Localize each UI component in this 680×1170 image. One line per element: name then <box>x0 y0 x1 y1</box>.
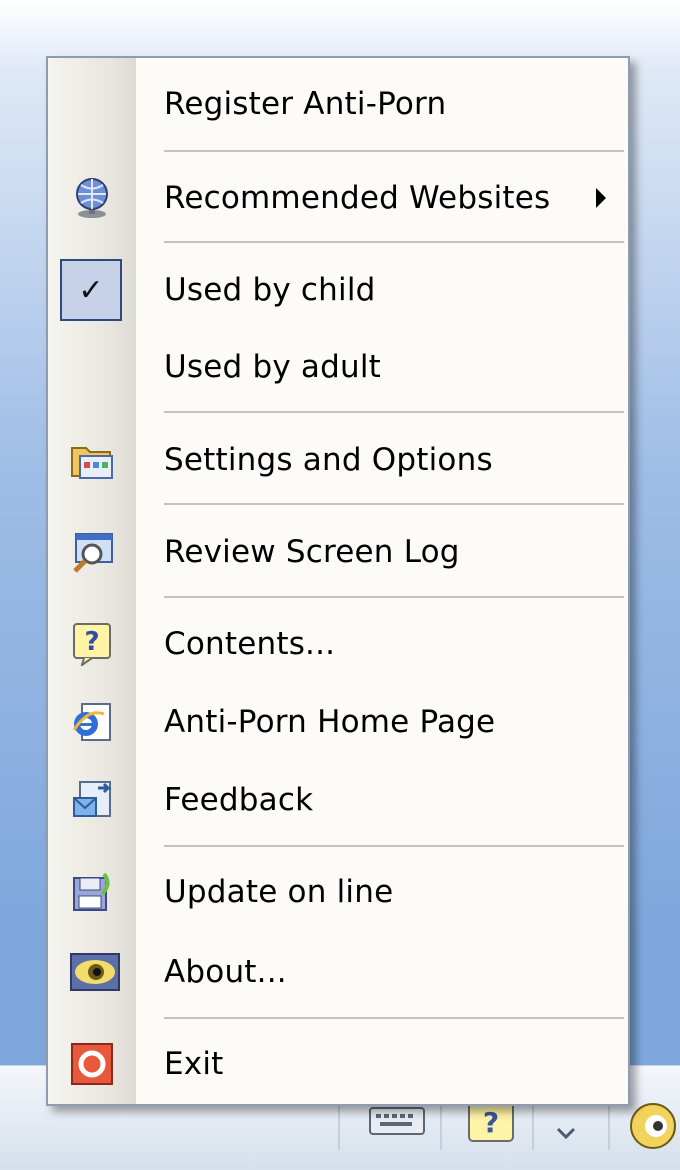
menu-item-label: Review Screen Log <box>164 534 460 570</box>
eye-icon <box>70 950 120 994</box>
help-icon[interactable]: ? <box>466 1100 516 1148</box>
exit-power-icon <box>70 1042 114 1086</box>
menu-item-label: Used by adult <box>164 349 382 385</box>
menu-separator <box>164 845 624 847</box>
checkmark-icon: ✓ <box>60 259 122 321</box>
update-disk-icon <box>70 870 114 914</box>
menu-item-review-screen-log[interactable]: Review Screen Log <box>48 516 628 588</box>
menu-item-label: Contents... <box>164 626 336 662</box>
svg-text:?: ? <box>483 1106 499 1139</box>
menu-separator <box>164 503 624 505</box>
menu-item-feedback[interactable]: Feedback <box>48 764 628 836</box>
menu-item-about[interactable]: About... <box>48 936 628 1008</box>
globe-network-icon <box>70 176 114 220</box>
menu-item-exit[interactable]: Exit <box>48 1028 628 1100</box>
menu-item-used-by-child[interactable]: ✓ Used by child <box>48 254 628 326</box>
menu-item-home-page[interactable]: Anti-Porn Home Page <box>48 686 628 758</box>
keyboard-icon[interactable] <box>368 1100 426 1144</box>
feedback-mail-icon <box>70 778 114 822</box>
menu-separator <box>164 596 624 598</box>
menu-item-recommended-websites[interactable]: Recommended Websites <box>48 162 628 234</box>
menu-item-contents[interactable]: ? Contents... <box>48 608 628 680</box>
chevron-down-icon[interactable] <box>556 1124 576 1143</box>
menu-separator <box>164 1017 624 1019</box>
menu-item-used-by-adult[interactable]: Used by adult <box>48 331 628 403</box>
menu-separator <box>164 241 624 243</box>
menu-item-label: Settings and Options <box>164 442 493 478</box>
menu-item-label: Feedback <box>164 782 314 818</box>
menu-item-label: Exit <box>164 1046 224 1082</box>
tray-context-menu: Register Anti-Porn Recommended Websites … <box>46 56 630 1106</box>
screen-log-magnifier-icon <box>70 530 114 574</box>
menu-item-label: Recommended Websites <box>164 180 551 216</box>
menu-item-register[interactable]: Register Anti-Porn <box>48 68 628 140</box>
folder-settings-icon <box>70 438 114 482</box>
menu-item-label: Register Anti-Porn <box>164 86 447 122</box>
menu-separator <box>164 411 624 413</box>
eye-tray-icon[interactable] <box>626 1100 680 1156</box>
svg-text:?: ? <box>84 627 99 657</box>
menu-item-label: Used by child <box>164 272 376 308</box>
internet-explorer-icon <box>70 700 114 744</box>
menu-item-label: About... <box>164 954 287 990</box>
help-question-icon: ? <box>70 622 114 668</box>
submenu-arrow-icon <box>596 188 606 208</box>
menu-item-label: Update on line <box>164 874 394 910</box>
menu-item-label: Anti-Porn Home Page <box>164 704 496 740</box>
menu-item-update[interactable]: Update on line <box>48 856 628 928</box>
menu-separator <box>164 150 624 152</box>
menu-item-settings[interactable]: Settings and Options <box>48 424 628 496</box>
